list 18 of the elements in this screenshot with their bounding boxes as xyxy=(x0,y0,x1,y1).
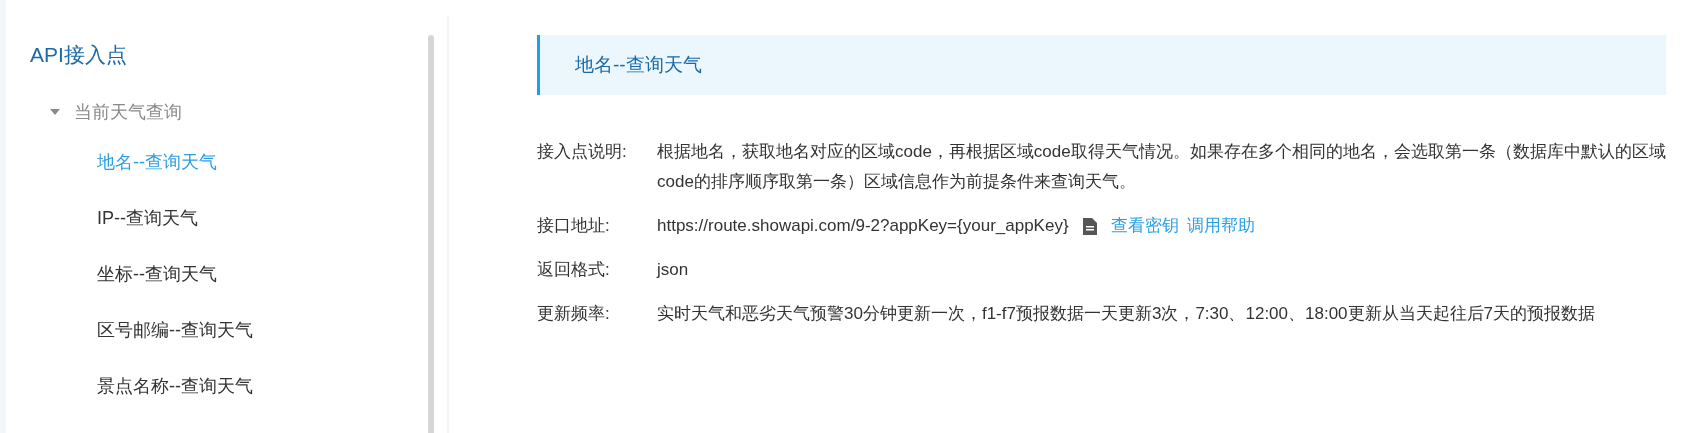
field-label: 更新频率: xyxy=(537,303,611,325)
tree-item[interactable]: 景点名称--查询天气 xyxy=(97,358,253,414)
tree-group[interactable]: 当前天气查询 xyxy=(74,98,182,126)
field-value: 实时天气和恶劣天气预警30分钟更新一次，f1-f7预报数据一天更新3次，7:30、12:00、18:00更新从当天起往后7天的预报数据 xyxy=(657,303,1596,325)
field-label: 接入点说明: xyxy=(537,141,628,163)
field-value: json xyxy=(657,259,690,281)
copy-icon[interactable] xyxy=(1082,217,1097,235)
scrollbar[interactable] xyxy=(428,35,434,433)
field-label: 接口地址: xyxy=(537,215,611,237)
caret-icon[interactable] xyxy=(50,108,60,116)
section-title: 地名--查询天气 xyxy=(575,52,702,77)
endpoint-url: https://route.showapi.com/9-2?appKey={your_appKey} xyxy=(657,215,1069,237)
sidebar-title: API接入点 xyxy=(30,42,128,68)
tree-item[interactable]: 区号邮编--查询天气 xyxy=(97,302,253,358)
field-label: 返回格式: xyxy=(537,259,611,281)
field-value: 根据地名，获取地名对应的区域code，再根据区域code取得天气情况。如果存在多个相同的地名，会选取第一条（数据库中默认的区域code的排序顺序取第一条）区域信息作为前提条件来查询天气。 xyxy=(657,141,1666,193)
tree-item[interactable]: 坐标--查询天气 xyxy=(97,246,217,302)
tree-item[interactable]: IP--查询天气 xyxy=(97,190,198,246)
